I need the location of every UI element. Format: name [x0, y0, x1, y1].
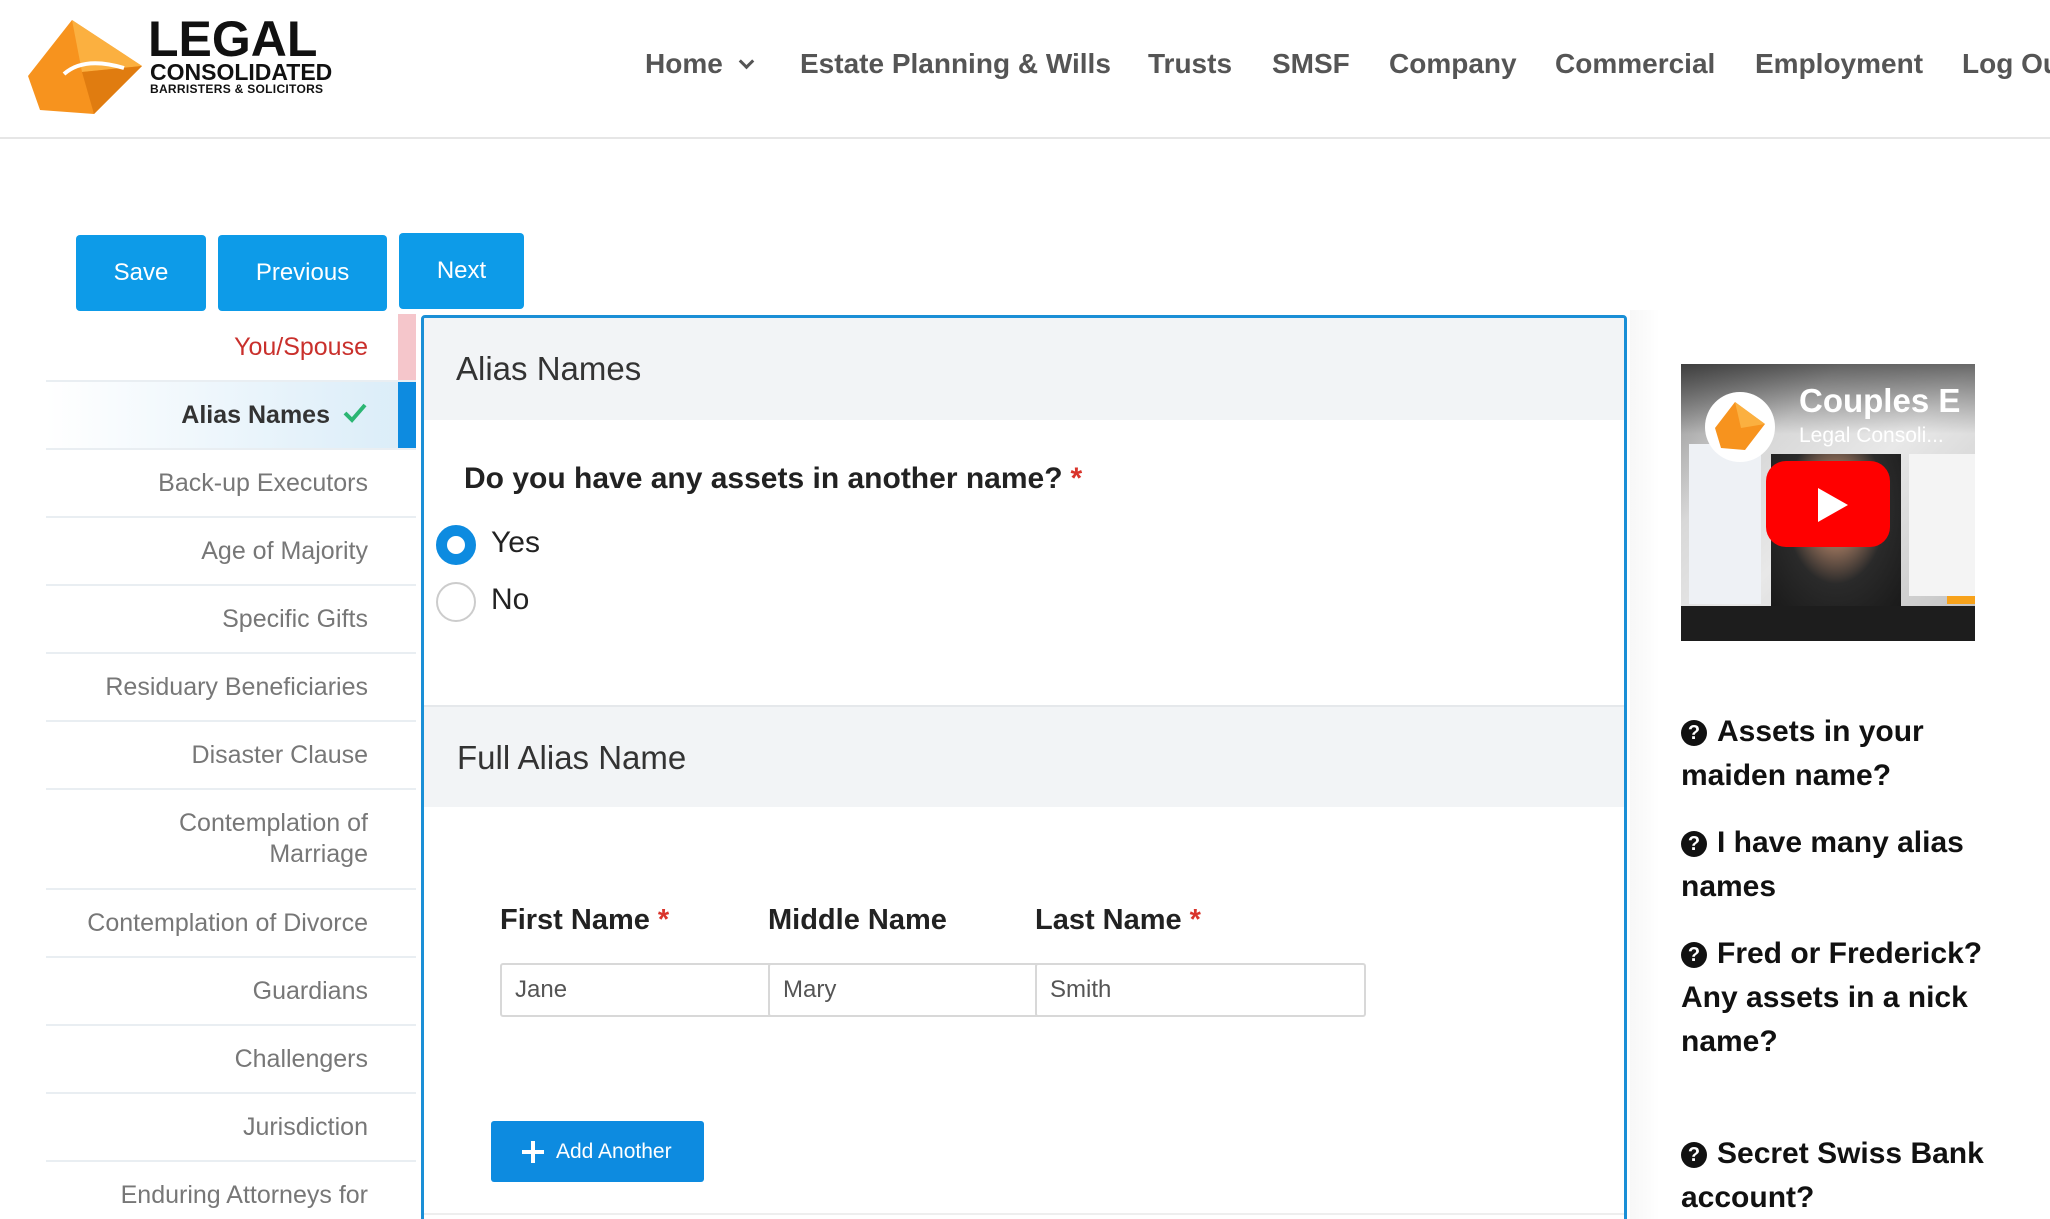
- main-nav: Home Estate Planning & Wills Trusts SMSF…: [0, 44, 2050, 84]
- faq-text: Fred or Frederick? Any assets in a nick …: [1681, 937, 1983, 1058]
- sidebar-item-disaster-clause[interactable]: Disaster Clause: [46, 722, 416, 790]
- nav-log-out[interactable]: Log Ou: [1962, 44, 2050, 84]
- section-title: Alias Names: [456, 350, 642, 387]
- check-icon: [343, 403, 367, 423]
- section-header: Alias Names: [424, 318, 1624, 420]
- required-mark: *: [1070, 462, 1083, 495]
- last-name-input[interactable]: [1035, 963, 1366, 1017]
- sidebar-item-label: Alias Names: [181, 401, 330, 429]
- form-panel: Alias Names Do you have any assets in an…: [421, 315, 1627, 1219]
- question-circle-icon: ?: [1681, 720, 1707, 746]
- sidebar-item-label: Contemplation of: [178, 809, 368, 837]
- sidebar-item-enduring-attorneys[interactable]: Enduring Attorneys for: [46, 1162, 416, 1219]
- nav-home[interactable]: Home: [645, 44, 755, 84]
- first-name-label-text: First Name: [500, 904, 650, 936]
- logo-tagline: BARRISTERS & SOLICITORS: [150, 82, 324, 96]
- video-title: Couples E: [1799, 382, 1961, 419]
- required-mark: *: [657, 904, 670, 936]
- sidebar-item-challengers[interactable]: Challengers: [46, 1026, 416, 1094]
- nav-trusts[interactable]: Trusts: [1148, 44, 1232, 84]
- channel-avatar[interactable]: [1705, 392, 1775, 462]
- question-circle-icon: ?: [1681, 942, 1707, 968]
- next-button[interactable]: Next: [399, 233, 524, 309]
- question-text: Do you have any assets in another name?: [464, 462, 1063, 495]
- subsection-header: Full Alias Name: [424, 705, 1624, 807]
- site-header: LEGAL CONSOLIDATED BARRISTERS & SOLICITO…: [0, 0, 2050, 139]
- logo-mark-icon: [1715, 402, 1765, 450]
- radio-button[interactable]: [436, 582, 476, 622]
- nav-estate-planning[interactable]: Estate Planning & Wills: [800, 44, 1111, 84]
- faq-text: I have many alias names: [1681, 826, 1964, 903]
- question-label: Do you have any assets in another name? *: [464, 462, 1082, 496]
- faq-link-many-alias[interactable]: ? I have many alias names: [1681, 821, 2011, 909]
- plus-icon: [522, 1141, 544, 1163]
- video-embed[interactable]: Couples E Legal Consoli...: [1681, 364, 1975, 641]
- radio-label-yes: Yes: [491, 526, 540, 559]
- thumbnail-document: [1909, 454, 1975, 596]
- step-sidebar: You/Spouse Alias Names Back-up Executors…: [46, 314, 416, 1219]
- play-icon[interactable]: [1766, 461, 1890, 547]
- sidebar-item-contemplation-of-marriage[interactable]: Contemplation of Marriage: [46, 790, 416, 890]
- question-circle-icon: ?: [1681, 1142, 1707, 1168]
- radio-button-selected[interactable]: [436, 525, 476, 565]
- sidebar-item-guardians[interactable]: Guardians: [46, 958, 416, 1026]
- faq-link-nick-name[interactable]: ? Fred or Frederick? Any assets in a nick…: [1681, 932, 2011, 1064]
- middle-name-label: Middle Name: [768, 904, 947, 936]
- faq-link-maiden-name[interactable]: ? Assets in your maiden name?: [1681, 710, 2011, 798]
- active-marker: [398, 382, 416, 448]
- video-channel: Legal Consoli...: [1799, 424, 1944, 447]
- last-name-label-text: Last Name: [1035, 904, 1182, 936]
- sidebar-item-label-line2: Marriage: [269, 840, 368, 868]
- add-another-label: Add Another: [556, 1140, 672, 1163]
- subsection-title: Full Alias Name: [457, 739, 687, 776]
- first-name-label: First Name *: [500, 904, 669, 937]
- sidebar-item-backup-executors[interactable]: Back-up Executors: [46, 450, 416, 518]
- nav-company[interactable]: Company: [1389, 44, 1517, 84]
- nav-commercial[interactable]: Commercial: [1555, 44, 1715, 84]
- sidebar-item-contemplation-of-divorce[interactable]: Contemplation of Divorce: [46, 890, 416, 958]
- previous-button[interactable]: Previous: [218, 235, 387, 311]
- save-button[interactable]: Save: [76, 235, 206, 311]
- add-another-button[interactable]: Add Another: [491, 1121, 704, 1182]
- nav-home-label: Home: [645, 48, 723, 79]
- faq-link-swiss-bank[interactable]: ? Secret Swiss Bank account?: [1681, 1132, 2011, 1219]
- required-mark: *: [1189, 904, 1201, 936]
- error-marker: [398, 314, 416, 380]
- nav-employment[interactable]: Employment: [1755, 44, 1923, 84]
- sidebar-item-label: You/Spouse: [234, 333, 368, 361]
- sidebar-item-jurisdiction[interactable]: Jurisdiction: [46, 1094, 416, 1162]
- faq-text: Assets in your maiden name?: [1681, 715, 1924, 792]
- sidebar-item-age-of-majority[interactable]: Age of Majority: [46, 518, 416, 586]
- sidebar-item-specific-gifts[interactable]: Specific Gifts: [46, 586, 416, 654]
- sidebar-item-alias-names[interactable]: Alias Names: [46, 382, 416, 450]
- sidebar-item-you-spouse[interactable]: You/Spouse: [46, 314, 416, 382]
- chevron-down-icon: [738, 53, 755, 70]
- question-circle-icon: ?: [1681, 831, 1707, 857]
- nav-smsf[interactable]: SMSF: [1272, 44, 1350, 84]
- thumbnail-accent: [1947, 596, 1975, 604]
- sidebar-item-residuary-beneficiaries[interactable]: Residuary Beneficiaries: [46, 654, 416, 722]
- radio-label-no: No: [491, 583, 530, 616]
- thumbnail-sidebar: [1689, 444, 1761, 604]
- faq-text: Secret Swiss Bank account?: [1681, 1137, 1984, 1214]
- divider: [424, 1213, 1624, 1215]
- last-name-label: Last Name *: [1035, 904, 1201, 937]
